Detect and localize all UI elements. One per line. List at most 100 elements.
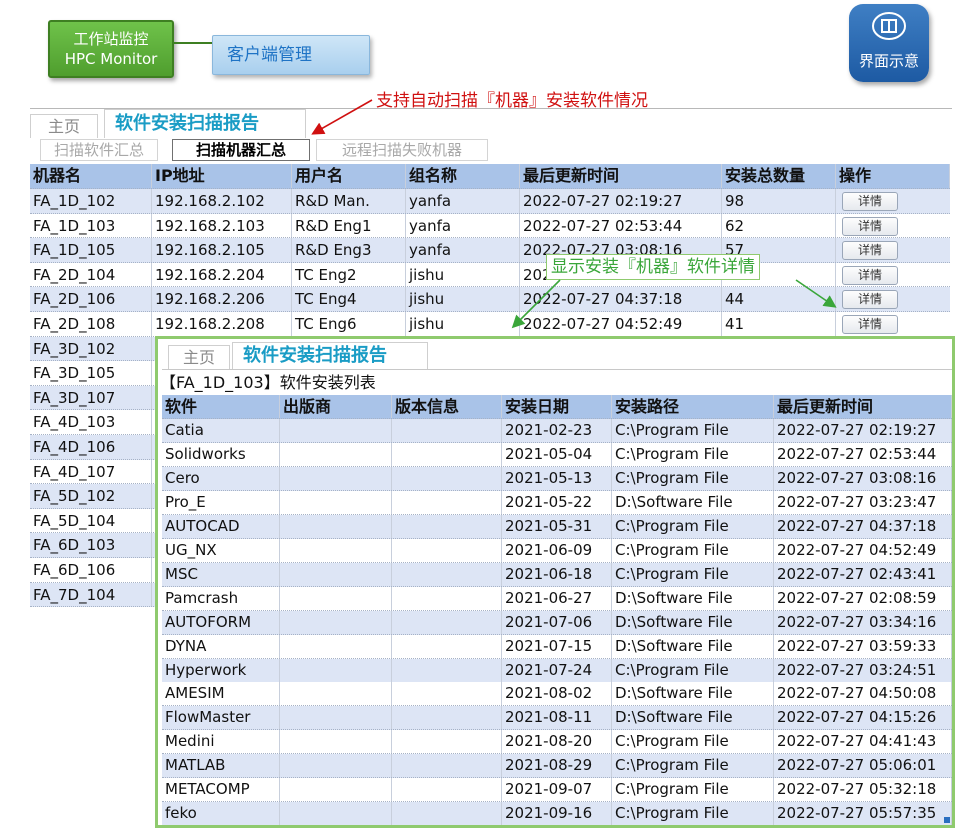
table-cell: 2022-07-27 05:57:35 [774, 802, 952, 825]
table-row: FA_1D_105 192.168.2.105 R&D Eng3 yanfa 2022-… [30, 238, 950, 263]
column-header[interactable]: 操作 [836, 164, 950, 188]
table-row: FA_1D_102 192.168.2.102 R&D Man. yanfa 2022-… [30, 189, 950, 214]
table-cell: 2021-08-02 [502, 682, 612, 706]
table-cell: yanfa [406, 238, 520, 262]
table-cell: C:\Program File [612, 466, 774, 490]
table-cell [280, 730, 392, 754]
table-cell: 2022-07-27 04:50:08 [774, 682, 952, 706]
table-cell: Hyperwork [162, 658, 280, 682]
table-cell: FA_5D_104 [30, 508, 152, 533]
table-cell: D:\Software File [612, 610, 774, 634]
table-cell: Catia [162, 419, 280, 442]
table-row: Pro_E 2021-05-22 D:\Software File 2022-07-2… [162, 490, 952, 515]
resize-grip[interactable] [944, 817, 950, 823]
table-cell [392, 490, 502, 514]
table-cell: FA_1D_105 [30, 238, 152, 262]
table-cell: 2022-07-27 05:32:18 [774, 778, 952, 802]
tab-software-scan-report[interactable]: 软件安装扫描报告 [104, 109, 306, 138]
arrow-scan [311, 99, 373, 135]
table-cell: 2022-07-27 04:37:18 [774, 514, 952, 538]
detail-button[interactable]: 详情 [842, 265, 898, 285]
detail-button[interactable]: 详情 [842, 192, 898, 211]
app-title-line2: HPC Monitor [64, 50, 158, 68]
table-cell: Pro_E [162, 490, 280, 514]
column-header[interactable]: 最后更新时间 [774, 395, 952, 418]
detail-button[interactable]: 详情 [842, 290, 898, 310]
detail-button[interactable]: 详情 [842, 216, 898, 236]
table-row: METACOMP 2021-09-07 C:\Program File 2022-07… [162, 778, 952, 803]
tab-software-summary[interactable]: 扫描软件汇总 [40, 139, 158, 161]
tab-machine-summary[interactable]: 扫描机器汇总 [172, 139, 310, 161]
table-cell [392, 514, 502, 538]
building-icon [872, 12, 906, 40]
table-cell: 2021-07-06 [502, 610, 612, 634]
app-title[interactable]: 工作站监控 HPC Monitor [48, 20, 174, 78]
table-cell: jishu [406, 312, 520, 336]
table-row: feko 2021-09-16 C:\Program File 2022-07-27 … [162, 802, 952, 825]
table-cell: 2022-07-27 02:53:44 [520, 213, 722, 238]
detail-button[interactable]: 详情 [842, 241, 898, 261]
app-title-line1: 工作站监控 [73, 30, 149, 48]
column-header[interactable]: 机器名 [30, 164, 152, 188]
tab-remote-scan-failed[interactable]: 远程扫描失败机器 [316, 139, 488, 161]
table-cell: 2021-05-31 [502, 514, 612, 538]
table-cell [392, 610, 502, 634]
table-cell: 2021-07-24 [502, 658, 612, 682]
table-cell [280, 562, 392, 586]
table-cell: C:\Program File [612, 802, 774, 825]
table-cell [280, 466, 392, 490]
table-cell: 2021-06-18 [502, 562, 612, 586]
table-cell: 2021-08-29 [502, 754, 612, 778]
table-cell [280, 778, 392, 802]
table-cell: yanfa [406, 189, 520, 213]
detail-button[interactable]: 详情 [842, 315, 898, 334]
table-header: 机器名 IP地址 用户名 组名称 最后更新时间 安装总数量 操作 [30, 164, 950, 189]
table-cell: C:\Program File [612, 538, 774, 562]
table-cell: C:\Program File [612, 514, 774, 538]
table-row: DYNA 2021-07-15 D:\Software File 2022-07-27… [162, 634, 952, 659]
column-header[interactable]: 用户名 [292, 164, 406, 188]
table-cell: Solidworks [162, 442, 280, 466]
table-cell: 192.168.2.103 [152, 213, 292, 238]
table-row: UG_NX 2021-06-09 C:\Program File 2022-07-27… [162, 538, 952, 563]
column-header[interactable]: 出版商 [280, 395, 392, 418]
table-cell [280, 658, 392, 682]
table-cell: 2022-07-27 03:23:47 [774, 490, 952, 514]
table-cell [392, 538, 502, 562]
software-table-header: 软件 出版商 版本信息 安装日期 安装路径 最后更新时间 [162, 395, 952, 419]
table-cell: 2022-07-27 03:59:33 [774, 634, 952, 658]
column-header[interactable]: 安装日期 [502, 395, 612, 418]
table-cell: 2021-08-20 [502, 730, 612, 754]
table-cell: C:\Program File [612, 778, 774, 802]
table-cell: 192.168.2.105 [152, 238, 292, 262]
table-cell: 98 [722, 189, 836, 213]
table-cell: 2021-05-13 [502, 466, 612, 490]
table-row: Pamcrash 2021-06-27 D:\Software File 2022-0… [162, 586, 952, 611]
table-cell: C:\Program File [612, 730, 774, 754]
table-cell: AUTOFORM [162, 610, 280, 634]
column-header[interactable]: 最后更新时间 [520, 164, 722, 188]
column-header[interactable]: 组名称 [406, 164, 520, 188]
column-header[interactable]: IP地址 [152, 164, 292, 188]
table-cell: AUTOCAD [162, 514, 280, 538]
detail-caption: 【FA_1D_103】软件安装列表 [160, 373, 376, 392]
table-cell [392, 658, 502, 682]
client-management-tab[interactable]: 客户端管理 [212, 35, 370, 75]
table-cell: TC Eng6 [292, 312, 406, 336]
tab-home[interactable]: 主页 [30, 114, 98, 138]
table-cell: 2021-08-11 [502, 706, 612, 730]
column-header[interactable]: 安装路径 [612, 395, 774, 418]
table-row: AMESIM 2021-08-02 D:\Software File 2022-07-… [162, 682, 952, 707]
detail-tab-home[interactable]: 主页 [168, 345, 230, 369]
column-header[interactable]: 版本信息 [392, 395, 502, 418]
table-cell: 2022-07-27 04:52:49 [774, 538, 952, 562]
detail-tab-report[interactable]: 软件安装扫描报告 [232, 342, 428, 369]
table-cell: 2021-07-15 [502, 634, 612, 658]
column-header[interactable]: 安装总数量 [722, 164, 836, 188]
table-cell: 2021-05-22 [502, 490, 612, 514]
table-cell: D:\Software File [612, 682, 774, 706]
column-header[interactable]: 软件 [162, 395, 280, 418]
table-cell: FA_1D_103 [30, 213, 152, 238]
table-cell: FA_2D_104 [30, 262, 152, 287]
table-cell: FlowMaster [162, 706, 280, 730]
